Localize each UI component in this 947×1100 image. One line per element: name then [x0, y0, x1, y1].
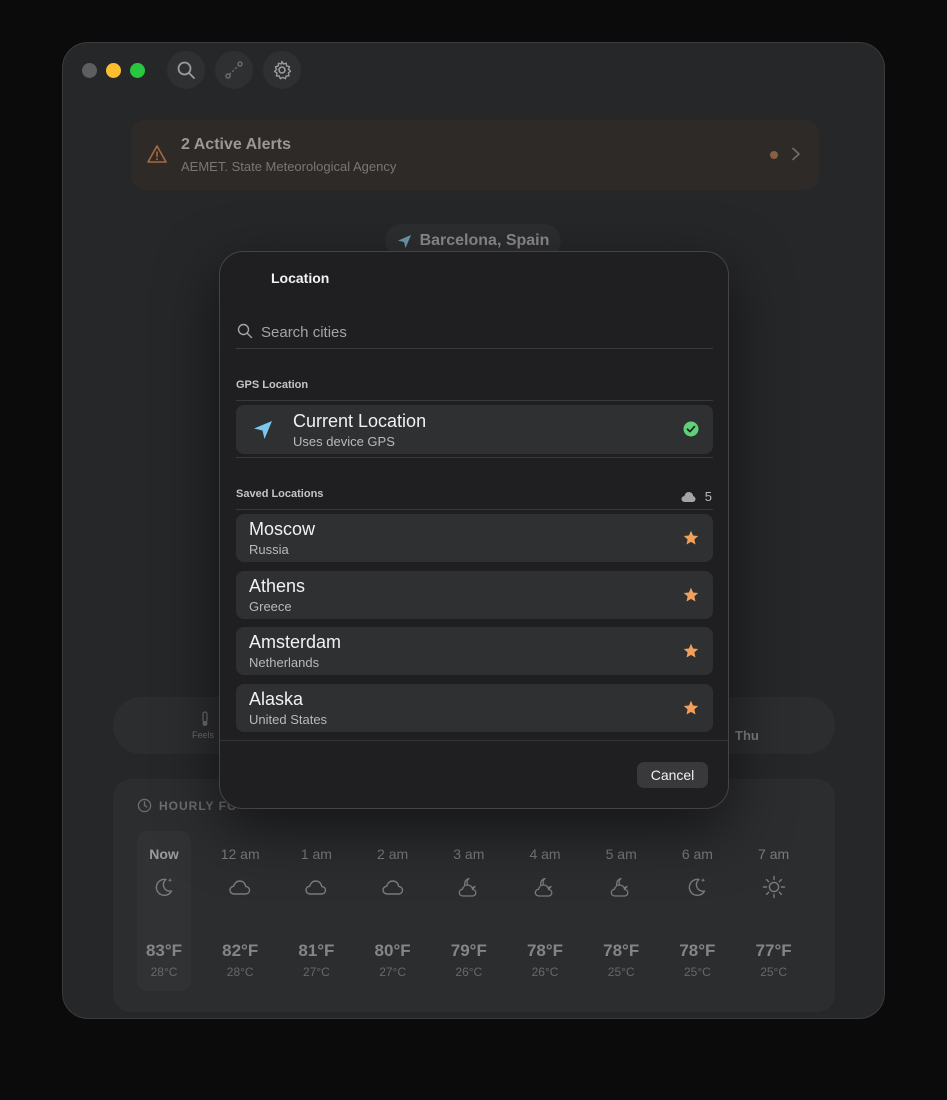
city-name: Moscow [249, 519, 316, 539]
current-location-row[interactable]: Current Location Uses device GPS [236, 405, 713, 454]
location-arrow-icon [254, 421, 272, 439]
settings-button[interactable] [263, 51, 301, 89]
hour-label: 5 am [605, 846, 637, 862]
location-arrow-icon [397, 234, 411, 248]
alerts-title: 2 Active Alerts [181, 136, 291, 153]
hour-temp-f: 78°F [679, 941, 716, 960]
star-icon[interactable] [683, 700, 699, 716]
city-country: Greece [249, 598, 292, 614]
hour-label: Now [149, 846, 179, 862]
hour-temp-f: 82°F [222, 941, 259, 960]
hour-temp-c: 25°C [683, 965, 711, 979]
cloud-icon [681, 491, 696, 502]
hour-temp-c: 25°C [607, 965, 635, 979]
cloud-moon-icon [458, 877, 477, 897]
cloud-moon-icon [610, 877, 629, 897]
alerts-source: AEMET. State Meteorological Agency [181, 159, 397, 174]
hour-temp-f: 77°F [755, 941, 792, 960]
cloud-icon [305, 880, 327, 895]
close-window-button[interactable] [82, 63, 97, 78]
divider [220, 740, 728, 741]
hour-label: 4 am [529, 846, 561, 862]
hour-label: 12 am [220, 846, 260, 862]
hour-temp-c: 27°C [302, 965, 330, 979]
hour-temp-c: 28°C [226, 965, 254, 979]
cloud-icon [229, 880, 251, 895]
gps-section-label: GPS Location [236, 379, 309, 391]
star-icon[interactable] [683, 530, 699, 546]
moon-stars-icon [689, 878, 706, 897]
cancel-button[interactable]: Cancel [637, 762, 708, 788]
search-icon [177, 61, 195, 79]
checkmark-circle-icon [683, 421, 699, 437]
sun-icon [762, 875, 785, 899]
sheet-title: Location [271, 270, 330, 286]
city-country: Russia [249, 542, 289, 557]
location-sheet: Location GPS Location Current Location U… [219, 251, 729, 809]
star-icon[interactable] [683, 643, 699, 659]
moon-stars-icon [155, 878, 173, 897]
location-name: Barcelona, Spain [419, 232, 550, 249]
route-button[interactable] [215, 51, 253, 89]
feels-like-label: Feels [192, 730, 215, 740]
cloud-icon [381, 880, 403, 895]
cloud-moon-icon [534, 877, 553, 897]
star-icon[interactable] [683, 587, 699, 603]
search-button[interactable] [167, 51, 205, 89]
saved-location-row[interactable]: Amsterdam Netherlands [236, 627, 713, 676]
maximize-window-button[interactable] [130, 63, 145, 78]
hour-label: 6 am [681, 846, 713, 862]
alert-status-dot [770, 151, 778, 159]
saved-location-row[interactable]: Athens Greece [236, 570, 713, 619]
saved-count-value: 5 [704, 489, 712, 504]
hour-label: 2 am [377, 846, 409, 862]
thermometer-icon [202, 711, 208, 726]
hour-temp-f: 81°F [298, 941, 335, 960]
route-icon [225, 61, 243, 79]
alerts-banner[interactable]: 2 Active Alerts AEMET. State Meteorologi… [131, 120, 819, 190]
city-name: Amsterdam [249, 632, 342, 653]
clock-icon [137, 798, 152, 813]
saved-count: 5 [681, 489, 712, 504]
hour-temp-f: 79°F [450, 941, 487, 960]
hour-temp-c: 27°C [379, 965, 406, 979]
hour-temp-c: 26°C [531, 965, 559, 979]
city-name: Alaska [249, 688, 304, 709]
hour-temp-f: 80°F [374, 941, 411, 960]
divider [236, 509, 713, 510]
hour-label: 1 am [300, 846, 332, 862]
warning-icon [147, 145, 167, 163]
current-location-subtitle: Uses device GPS [293, 434, 395, 449]
search-icon [237, 323, 253, 339]
gear-icon [273, 60, 292, 80]
hour-temp-c: 25°C [760, 965, 787, 979]
saved-location-row[interactable]: Moscow Russia [236, 514, 713, 562]
hour-temp-f: 83°F [145, 941, 183, 960]
hourly-forecast-header: HOURLY FO [137, 798, 237, 813]
divider [236, 457, 713, 458]
saved-section-label: Saved Locations [236, 488, 324, 500]
hourly-forecast-card: HOURLY FO Now 83°F 28°C 12 am 82°F 28°C 1 … [113, 779, 835, 1012]
city-search [236, 319, 713, 349]
current-location-title: Current Location [293, 411, 427, 431]
minimize-window-button[interactable] [106, 63, 121, 78]
hour-label: 7 am [758, 846, 790, 862]
hour-temp-f: 78°F [526, 941, 564, 960]
window-controls [82, 63, 145, 78]
city-name: Athens [249, 575, 306, 596]
day-label: Thu [735, 728, 759, 743]
city-country: United States [249, 711, 328, 727]
saved-location-row[interactable]: Alaska United States [236, 683, 713, 732]
hour-temp-f: 78°F [603, 941, 640, 960]
hour-temp-c: 28°C [150, 965, 178, 979]
hour-temp-c: 26°C [455, 965, 483, 979]
city-country: Netherlands [249, 655, 320, 671]
chevron-right-icon [792, 147, 800, 161]
search-cities-input[interactable] [261, 319, 701, 345]
divider [236, 400, 713, 401]
hour-label: 3 am [453, 846, 485, 862]
